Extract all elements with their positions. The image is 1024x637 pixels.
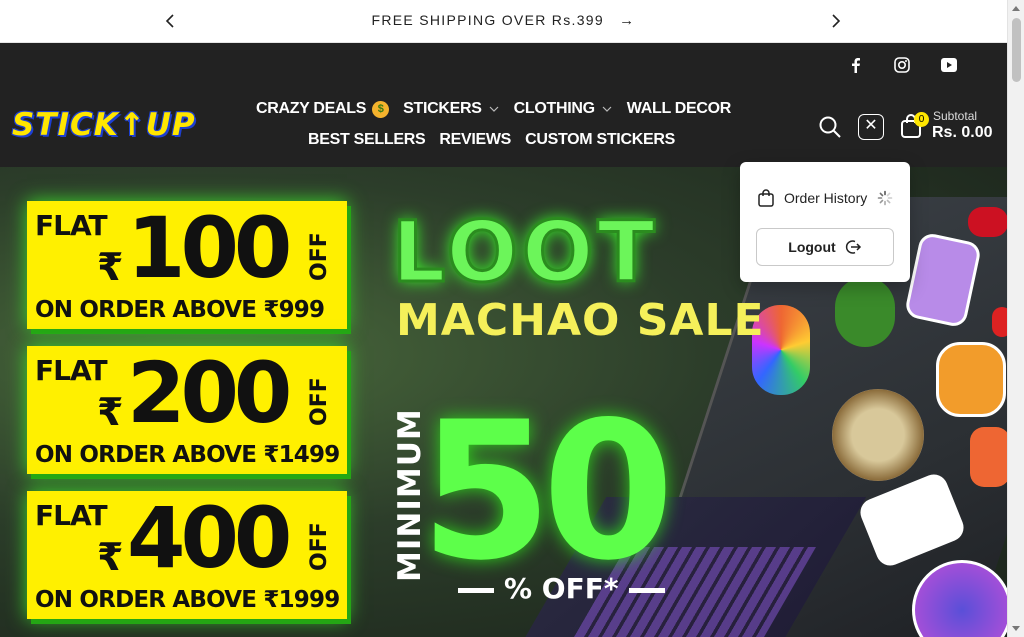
offer-off-label: OFF bbox=[307, 232, 332, 281]
offer-condition: ON ORDER ABOVE ₹1999 bbox=[35, 587, 340, 613]
nav-item-wall-decor[interactable]: WALL DECOR bbox=[626, 100, 732, 118]
logout-icon bbox=[845, 240, 861, 254]
hero-minimum-label: MINIMUM bbox=[392, 408, 428, 582]
instagram-icon[interactable] bbox=[893, 56, 911, 74]
offer-condition: ON ORDER ABOVE ₹999 bbox=[35, 297, 325, 323]
sticker-baz bbox=[970, 427, 1007, 487]
offer-condition: ON ORDER ABOVE ₹1499 bbox=[35, 442, 340, 468]
money-face-icon: $ bbox=[372, 100, 390, 118]
offer-amount: 100 bbox=[127, 199, 292, 297]
nav-item-reviews[interactable]: REVIEWS bbox=[439, 131, 511, 149]
nav-item-clothing[interactable]: CLOTHING bbox=[514, 100, 613, 118]
sticker-compass bbox=[832, 389, 924, 481]
hero-subheadline: MACHAO SALE bbox=[396, 295, 765, 346]
search-icon[interactable] bbox=[818, 115, 842, 139]
sticker-broccoli bbox=[835, 277, 895, 347]
scroll-down-arrow-icon[interactable] bbox=[1012, 626, 1020, 631]
order-history-label: Order History bbox=[784, 190, 868, 206]
cart-subtotal-value[interactable]: Rs. 0.00 bbox=[932, 124, 992, 142]
offer-flat-label: FLAT bbox=[35, 209, 108, 242]
youtube-icon[interactable] bbox=[940, 56, 958, 74]
nav-item-label: CUSTOM STICKERS bbox=[525, 131, 675, 148]
announcement-next-button[interactable] bbox=[826, 11, 846, 31]
cart-subtotal-label: Subtotal bbox=[933, 109, 978, 123]
nav-item-crazy-deals[interactable]: CRAZY DEALS $ bbox=[255, 100, 390, 118]
nav-item-custom-stickers[interactable]: CUSTOM STICKERS bbox=[525, 131, 675, 149]
offer-card[interactable]: FLAT ₹ 400 OFF ON ORDER ABOVE ₹1999 bbox=[27, 491, 347, 619]
announcement-text: FREE SHIPPING OVER Rs.399 bbox=[371, 12, 604, 28]
offer-off-label: OFF bbox=[307, 377, 332, 426]
page-scrollbar[interactable] bbox=[1007, 0, 1024, 637]
offer-card[interactable]: FLAT ₹ 100 OFF ON ORDER ABOVE ₹999 bbox=[27, 201, 347, 329]
hero-discount-suffix: % OFF* bbox=[448, 572, 675, 605]
offer-currency: ₹ bbox=[97, 245, 124, 289]
scroll-up-arrow-icon[interactable] bbox=[1012, 6, 1020, 11]
sticker-red-badge bbox=[992, 307, 1007, 337]
discount-suffix-text: % OFF* bbox=[504, 572, 619, 605]
offer-flat-label: FLAT bbox=[35, 499, 108, 532]
offer-currency: ₹ bbox=[97, 390, 124, 434]
nav-item-stickers[interactable]: STICKERS bbox=[403, 100, 500, 118]
offer-card[interactable]: FLAT ₹ 200 OFF ON ORDER ABOVE ₹1499 bbox=[27, 346, 347, 474]
close-icon[interactable]: ✕ bbox=[858, 114, 884, 140]
order-history-link[interactable]: Order History bbox=[756, 188, 893, 208]
divider bbox=[458, 587, 494, 593]
nav-item-label: WALL DECOR bbox=[626, 100, 732, 117]
sticker-car bbox=[968, 207, 1007, 237]
nav-item-label: CLOTHING bbox=[513, 100, 595, 117]
arrow-right-icon: → bbox=[619, 12, 636, 29]
main-nav-row-1: CRAZY DEALS $ STICKERS CLOTHING WALL DEC… bbox=[0, 100, 997, 118]
nav-item-label: CRAZY DEALS bbox=[255, 100, 367, 117]
account-dropdown: Order History Logout bbox=[740, 162, 910, 282]
offer-off-label: OFF bbox=[307, 522, 332, 571]
logout-button[interactable]: Logout bbox=[756, 228, 894, 266]
offer-flat-label: FLAT bbox=[35, 354, 108, 387]
chevron-down-icon bbox=[602, 106, 612, 112]
scrollbar-thumb[interactable] bbox=[1012, 18, 1021, 82]
site-header: STICK↑UP CRAZY DEALS $ STICKERS CLOTHING… bbox=[0, 43, 1007, 167]
nav-item-best-sellers[interactable]: BEST SELLERS bbox=[308, 131, 426, 149]
main-nav-row-2: BEST SELLERS REVIEWS CUSTOM STICKERS bbox=[0, 131, 995, 149]
nav-item-label: REVIEWS bbox=[439, 131, 512, 148]
facebook-icon[interactable] bbox=[847, 56, 865, 74]
offer-amount: 200 bbox=[127, 344, 292, 442]
announcement-message[interactable]: FREE SHIPPING OVER Rs.399 → bbox=[0, 12, 1007, 29]
cart-count-badge: 0 bbox=[914, 112, 929, 127]
offer-amount: 400 bbox=[127, 489, 292, 587]
loading-spinner-icon bbox=[877, 190, 893, 206]
offer-currency: ₹ bbox=[97, 535, 124, 579]
logout-label: Logout bbox=[788, 239, 836, 255]
chevron-right-icon bbox=[832, 14, 841, 28]
chevron-down-icon bbox=[489, 106, 499, 112]
sticker-good-vibes bbox=[936, 342, 1006, 417]
nav-item-label: BEST SELLERS bbox=[308, 131, 426, 148]
divider bbox=[628, 587, 665, 593]
hero-headline: LOOT bbox=[391, 203, 659, 301]
shopping-bag-icon bbox=[758, 189, 774, 207]
announcement-bar: FREE SHIPPING OVER Rs.399 → bbox=[0, 0, 1007, 43]
hero-discount-value: 50 bbox=[420, 381, 674, 602]
nav-item-label: STICKERS bbox=[403, 100, 482, 117]
